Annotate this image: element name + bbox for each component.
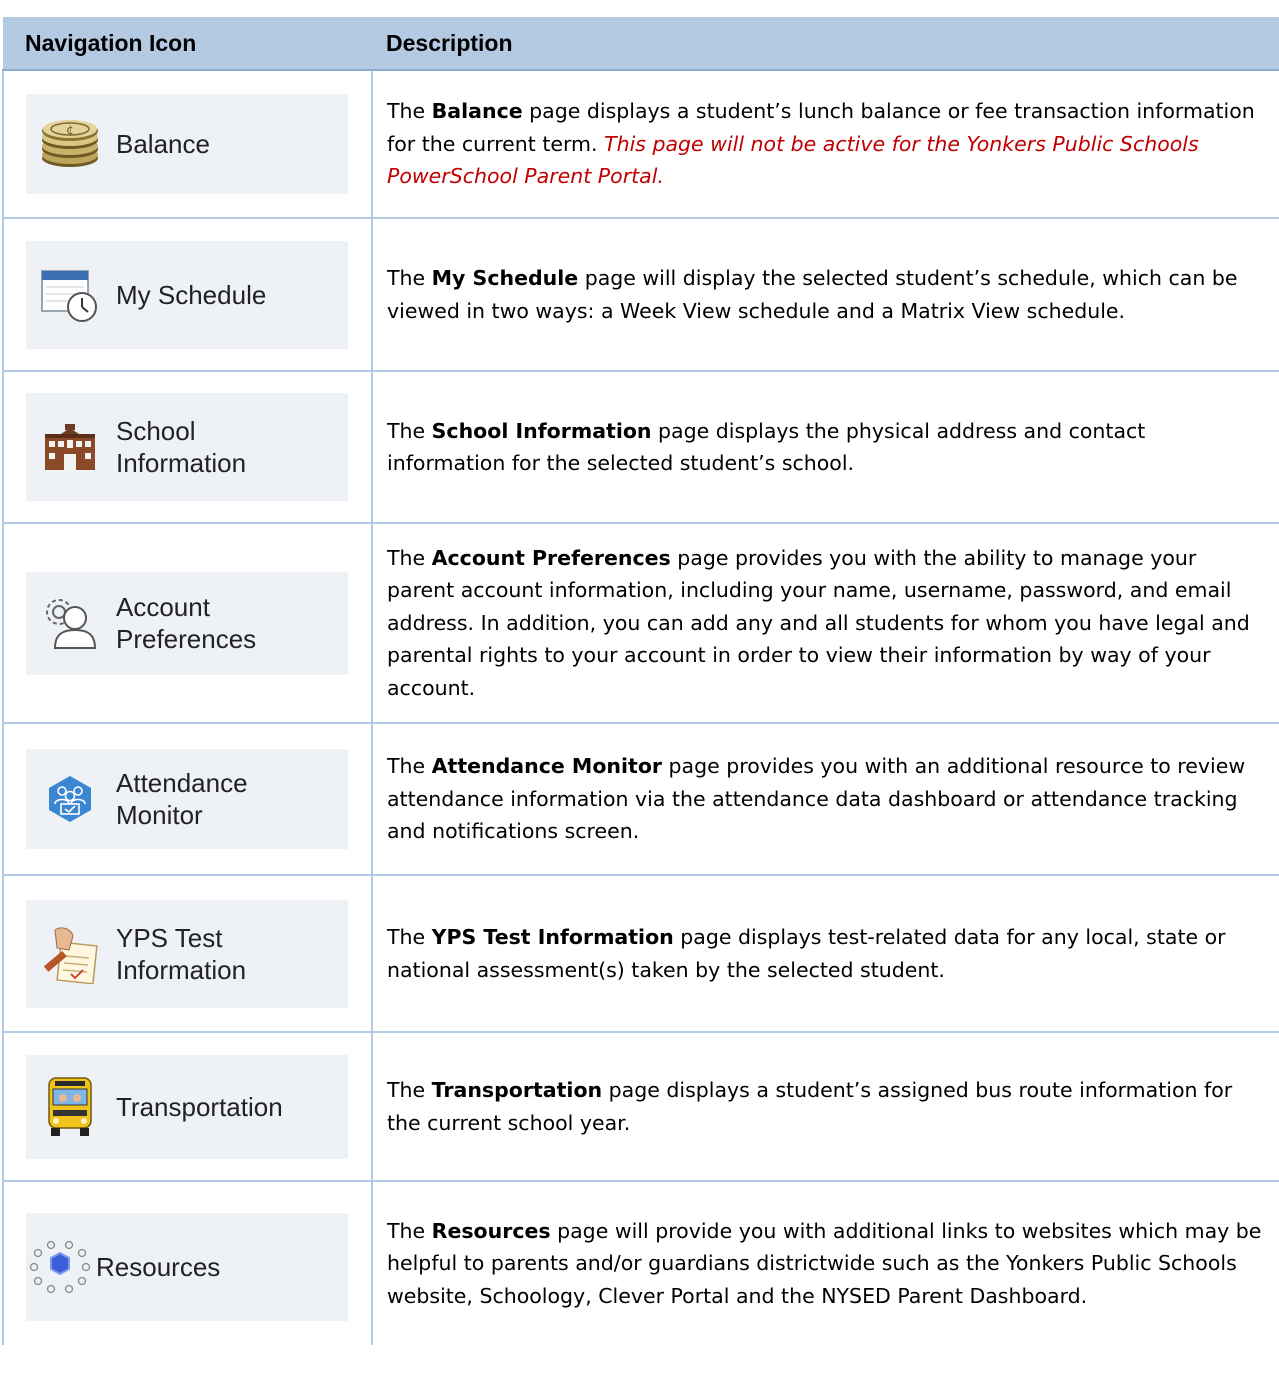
school-bus-icon	[38, 1075, 102, 1139]
nav-tile-my-schedule[interactable]: My Schedule	[26, 240, 348, 349]
coin-stack-icon: ¢	[38, 112, 102, 176]
nav-label: Account Preferences	[116, 592, 257, 654]
nav-label: My Schedule	[116, 279, 267, 310]
page-name: Resources	[431, 1218, 551, 1243]
table-row: YPS Test Information The YPS Test Inform…	[2, 875, 1279, 1033]
description-cell: The Transportation page displays a stude…	[372, 1032, 1279, 1182]
nav-label: Resources	[96, 1251, 221, 1282]
nav-label: School Information	[116, 416, 247, 478]
calendar-clock-icon	[38, 263, 102, 327]
nav-tile-resources[interactable]: Resources	[26, 1212, 348, 1321]
page-name: YPS Test Information	[431, 925, 674, 949]
description-cell: The My Schedule page will display the se…	[372, 218, 1279, 372]
svg-text:¢: ¢	[66, 123, 74, 137]
nav-tile-attendance-monitor[interactable]: Attendance Monitor	[26, 749, 348, 849]
table-row: Transportation The Transportation page d…	[2, 1032, 1279, 1182]
description-cell: The Account Preferences page provides yo…	[372, 523, 1279, 724]
nav-label: YPS Test Information	[116, 922, 247, 985]
page-name: Balance	[431, 99, 523, 124]
test-paper-icon	[38, 922, 102, 986]
attendance-hexagon-icon	[38, 767, 102, 831]
page-name: Attendance Monitor	[431, 754, 663, 779]
table-row: School Information The School Informatio…	[2, 371, 1279, 524]
table-row: ¢ Balance The Balance page displays a st…	[2, 70, 1279, 219]
user-gear-icon	[38, 591, 102, 655]
description-cell: The Resources page will provide you with…	[372, 1181, 1279, 1345]
table-row: Attendance Monitor The Attendance Monito…	[2, 723, 1279, 876]
description-cell: The YPS Test Information page displays t…	[372, 875, 1279, 1033]
resources-network-icon	[28, 1235, 92, 1299]
header-description: Description	[372, 17, 1279, 71]
page-name: Account Preferences	[431, 545, 671, 570]
nav-tile-balance[interactable]: ¢ Balance	[26, 94, 348, 194]
description-cell: The Balance page displays a student’s lu…	[372, 70, 1279, 219]
table-row: Account Preferences The Account Preferen…	[2, 523, 1279, 724]
header-navigation-icon: Navigation Icon	[3, 17, 372, 71]
nav-tile-account-preferences[interactable]: Account Preferences	[26, 571, 348, 675]
description-cell: The School Information page displays the…	[372, 371, 1279, 524]
description-cell: The Attendance Monitor page provides you…	[372, 723, 1279, 876]
table-row: Resources The Resources page will provid…	[2, 1181, 1279, 1345]
page-name: School Information	[431, 418, 652, 443]
page-name: My Schedule	[431, 266, 579, 290]
school-building-icon	[38, 415, 102, 479]
navigation-icon-table: Navigation Icon Description ¢ Balance Th…	[2, 17, 1279, 1345]
nav-label: Transportation	[116, 1091, 283, 1122]
table-row: My Schedule The My Schedule page will di…	[2, 218, 1279, 372]
nav-tile-school-information[interactable]: School Information	[26, 393, 348, 501]
nav-tile-transportation[interactable]: Transportation	[26, 1054, 348, 1159]
table-header-row: Navigation Icon Description	[3, 17, 1279, 71]
nav-label: Balance	[116, 129, 210, 159]
nav-label: Attendance Monitor	[116, 768, 248, 830]
page-name: Transportation	[431, 1078, 603, 1102]
nav-tile-yps-test-information[interactable]: YPS Test Information	[26, 899, 348, 1008]
